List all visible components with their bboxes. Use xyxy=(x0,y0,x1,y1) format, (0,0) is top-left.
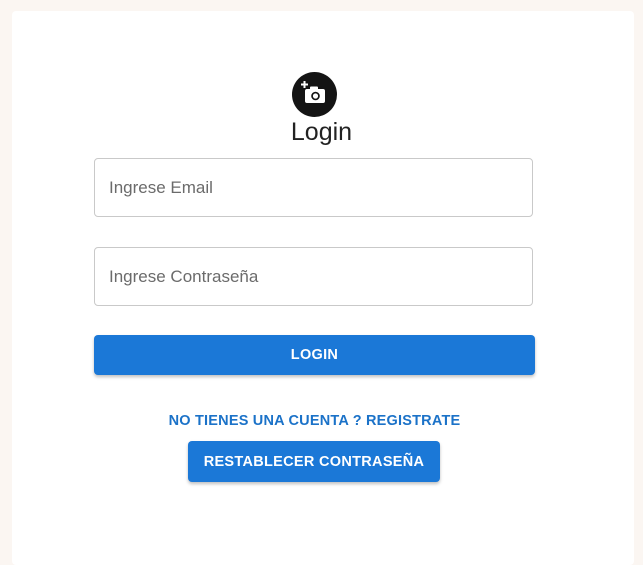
add-photo-icon xyxy=(292,72,337,117)
email-field-container xyxy=(94,158,533,217)
password-field[interactable] xyxy=(95,248,532,305)
login-button[interactable]: LOGIN xyxy=(94,335,535,375)
password-field-container xyxy=(94,247,533,306)
email-field[interactable] xyxy=(95,159,532,216)
reset-password-button[interactable]: RESTABLECER CONTRASEÑA xyxy=(188,441,440,482)
page-title: Login xyxy=(290,118,353,146)
register-link[interactable]: NO TIENES UNA CUENTA ? REGISTRATE xyxy=(0,411,629,431)
